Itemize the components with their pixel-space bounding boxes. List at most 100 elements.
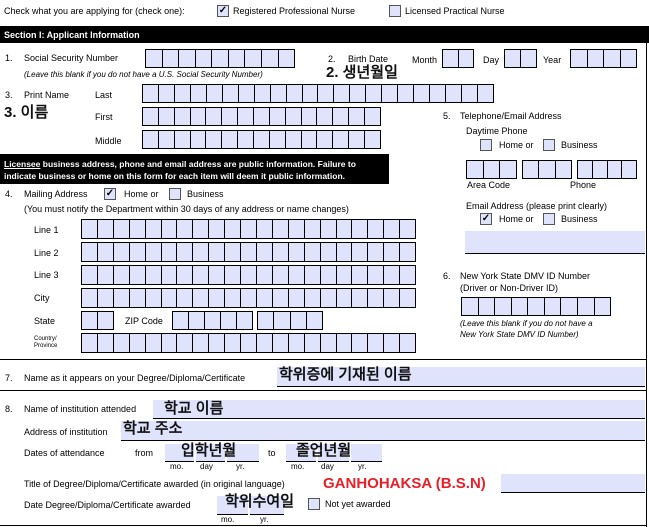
char-box[interactable] <box>595 298 611 315</box>
char-box[interactable] <box>462 298 479 315</box>
char-box[interactable] <box>209 334 226 352</box>
char-box[interactable] <box>146 334 162 352</box>
char-box[interactable] <box>82 312 98 329</box>
country-input[interactable] <box>81 333 416 353</box>
char-box[interactable] <box>593 161 608 178</box>
char-box[interactable] <box>209 289 226 307</box>
char-box[interactable] <box>206 108 223 125</box>
degree-title-input[interactable] <box>501 474 645 493</box>
char-box[interactable] <box>162 289 178 307</box>
dmv-input[interactable] <box>461 297 611 316</box>
char-box[interactable] <box>159 85 175 102</box>
char-box[interactable] <box>270 108 286 125</box>
char-box[interactable] <box>366 85 383 102</box>
char-box[interactable] <box>305 243 321 261</box>
char-box[interactable] <box>209 220 226 238</box>
char-box[interactable] <box>400 289 415 307</box>
char-box[interactable] <box>143 131 159 148</box>
char-box[interactable] <box>271 85 287 102</box>
char-box[interactable] <box>146 289 162 307</box>
phone-line-input[interactable] <box>577 160 637 179</box>
char-box[interactable] <box>238 108 255 125</box>
char-box[interactable] <box>274 312 291 329</box>
char-box[interactable] <box>286 131 302 148</box>
char-box[interactable] <box>173 312 189 329</box>
char-box[interactable] <box>334 85 351 102</box>
char-box[interactable] <box>163 50 180 67</box>
institution-name-input[interactable] <box>153 400 645 419</box>
char-box[interactable] <box>257 243 273 261</box>
char-box[interactable] <box>505 50 521 67</box>
char-box[interactable] <box>241 220 257 238</box>
not-yet-awarded-checkbox[interactable] <box>308 498 320 510</box>
char-box[interactable] <box>82 334 98 352</box>
address-line2-input[interactable] <box>81 242 416 262</box>
char-box[interactable] <box>273 334 289 352</box>
char-box[interactable] <box>500 161 516 178</box>
char-box[interactable] <box>257 334 273 352</box>
char-box[interactable] <box>400 220 415 238</box>
char-box[interactable] <box>307 312 322 329</box>
char-box[interactable] <box>262 50 279 67</box>
char-box[interactable] <box>384 243 401 261</box>
char-box[interactable] <box>229 50 246 67</box>
email-home-checkbox[interactable]: ✓ <box>480 213 492 225</box>
char-box[interactable] <box>604 50 621 67</box>
char-box[interactable] <box>478 85 493 102</box>
char-box[interactable] <box>257 289 273 307</box>
email-business-checkbox[interactable] <box>543 213 555 225</box>
char-box[interactable] <box>291 312 307 329</box>
char-box[interactable] <box>305 289 321 307</box>
char-box[interactable] <box>177 266 194 284</box>
char-box[interactable] <box>305 266 321 284</box>
char-box[interactable] <box>333 131 350 148</box>
char-box[interactable] <box>289 243 305 261</box>
char-box[interactable] <box>225 243 242 261</box>
middle-name-input[interactable] <box>142 130 381 149</box>
char-box[interactable] <box>350 85 367 102</box>
char-box[interactable] <box>289 289 305 307</box>
char-box[interactable] <box>588 50 604 67</box>
char-box[interactable] <box>398 85 415 102</box>
char-box[interactable] <box>146 220 162 238</box>
phone-home-checkbox[interactable] <box>480 139 492 151</box>
char-box[interactable] <box>321 266 337 284</box>
char-box[interactable] <box>273 289 289 307</box>
char-box[interactable] <box>495 298 512 315</box>
ssn-input[interactable] <box>145 49 295 68</box>
char-box[interactable] <box>384 266 401 284</box>
char-box[interactable] <box>430 85 447 102</box>
char-box[interactable] <box>114 334 130 352</box>
char-box[interactable] <box>191 131 207 148</box>
char-box[interactable] <box>337 334 353 352</box>
char-box[interactable] <box>241 266 257 284</box>
char-box[interactable] <box>193 334 210 352</box>
char-box[interactable] <box>98 289 114 307</box>
char-box[interactable] <box>337 266 353 284</box>
char-box[interactable] <box>317 131 334 148</box>
char-box[interactable] <box>273 243 289 261</box>
char-box[interactable] <box>400 334 415 352</box>
char-box[interactable] <box>289 220 305 238</box>
char-box[interactable] <box>352 289 369 307</box>
char-box[interactable] <box>337 289 353 307</box>
char-box[interactable] <box>384 289 401 307</box>
char-box[interactable] <box>528 298 545 315</box>
char-box[interactable] <box>255 85 271 102</box>
char-box[interactable] <box>175 131 191 148</box>
mailing-home-checkbox[interactable]: ✓ <box>104 188 116 200</box>
lpn-checkbox[interactable] <box>389 5 401 17</box>
char-box[interactable] <box>279 50 295 67</box>
char-box[interactable] <box>479 298 496 315</box>
char-box[interactable] <box>212 50 229 67</box>
char-box[interactable] <box>177 334 194 352</box>
char-box[interactable] <box>286 108 302 125</box>
char-box[interactable] <box>545 298 562 315</box>
char-box[interactable] <box>368 266 385 284</box>
char-box[interactable] <box>302 108 318 125</box>
zip-ext-input[interactable] <box>257 311 323 330</box>
char-box[interactable] <box>523 161 540 178</box>
char-box[interactable] <box>130 243 146 261</box>
char-box[interactable] <box>333 108 350 125</box>
char-box[interactable] <box>130 289 146 307</box>
